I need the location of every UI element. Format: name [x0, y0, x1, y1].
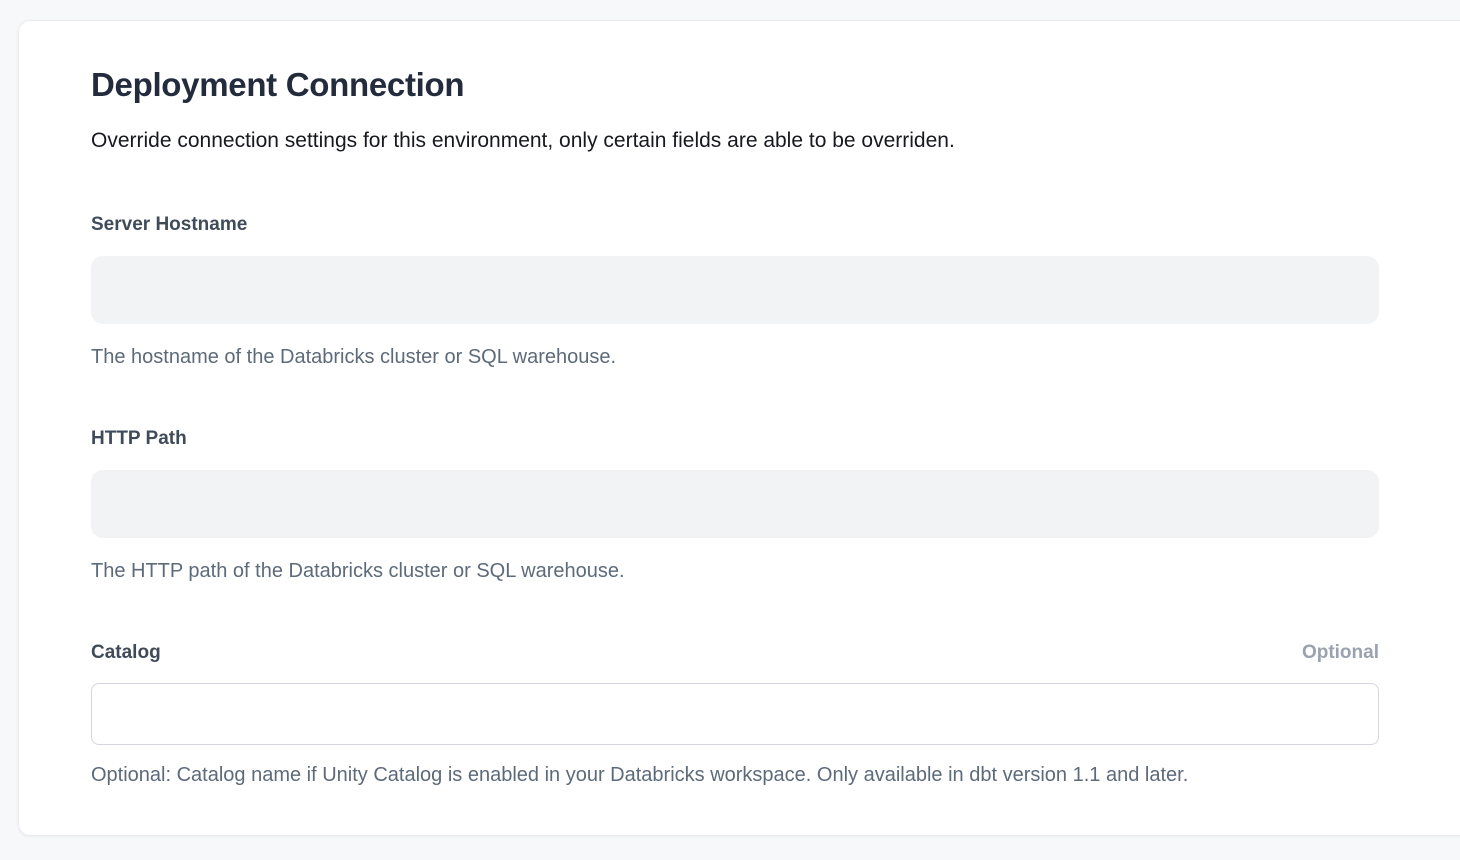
server-hostname-input [91, 256, 1379, 324]
catalog-optional-flag: Optional [1302, 641, 1379, 665]
catalog-input[interactable] [91, 683, 1379, 745]
server-hostname-label: Server Hostname [91, 213, 247, 237]
catalog-label: Catalog [91, 641, 161, 665]
catalog-label-row: Catalog Optional [91, 641, 1379, 665]
field-group-server-hostname: Server Hostname The hostname of the Data… [91, 213, 1379, 369]
field-group-catalog: Catalog Optional Optional: Catalog name … [91, 641, 1379, 787]
deployment-connection-card: Deployment Connection Override connectio… [18, 20, 1460, 836]
http-path-help: The HTTP path of the Databricks cluster … [91, 560, 1379, 583]
card-content: Deployment Connection Override connectio… [19, 21, 1379, 787]
http-path-label-row: HTTP Path [91, 427, 1379, 451]
http-path-label: HTTP Path [91, 427, 187, 451]
page-title: Deployment Connection [91, 67, 1379, 103]
server-hostname-help: The hostname of the Databricks cluster o… [91, 346, 1379, 369]
field-group-http-path: HTTP Path The HTTP path of the Databrick… [91, 427, 1379, 583]
http-path-input [91, 470, 1379, 538]
page-subtitle: Override connection settings for this en… [91, 127, 1379, 154]
server-hostname-label-row: Server Hostname [91, 213, 1379, 237]
catalog-help: Optional: Catalog name if Unity Catalog … [91, 764, 1379, 787]
